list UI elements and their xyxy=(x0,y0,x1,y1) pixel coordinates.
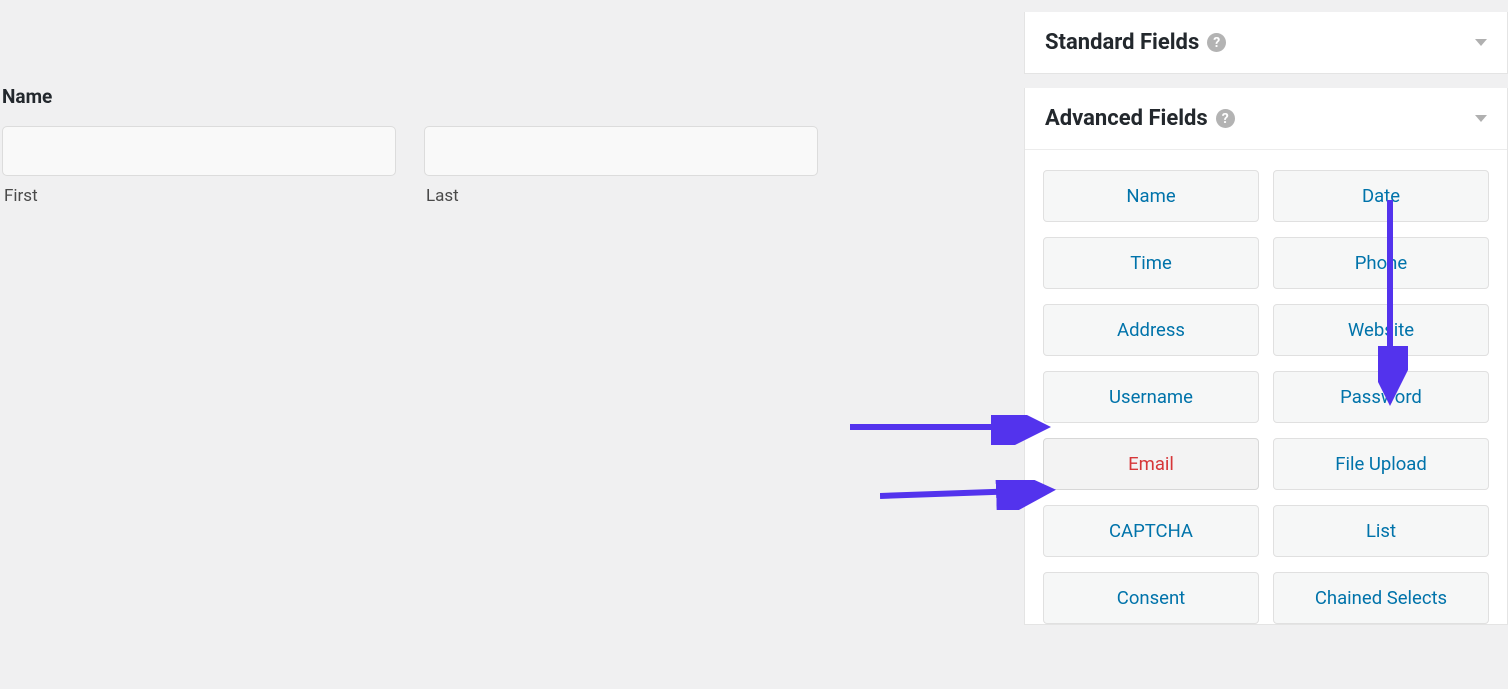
name-field-row: First Last xyxy=(2,126,1024,206)
name-field-label: Name xyxy=(2,85,1024,108)
field-button-captcha[interactable]: CAPTCHA xyxy=(1043,505,1259,557)
field-button-website[interactable]: Website xyxy=(1273,304,1489,356)
advanced-fields-title: Advanced Fields xyxy=(1045,106,1208,131)
chevron-down-icon xyxy=(1475,39,1487,46)
first-name-column: First xyxy=(2,126,396,206)
standard-fields-panel: Standard Fields ? xyxy=(1024,12,1508,74)
first-name-sublabel: First xyxy=(4,186,396,206)
chevron-down-icon xyxy=(1475,115,1487,122)
first-name-input[interactable] xyxy=(2,126,396,176)
field-button-password[interactable]: Password xyxy=(1273,371,1489,423)
fields-sidebar: Standard Fields ? Advanced Fields ? Name… xyxy=(1024,0,1508,689)
field-button-phone[interactable]: Phone xyxy=(1273,237,1489,289)
advanced-fields-panel: Advanced Fields ? Name Date Time Phone A… xyxy=(1024,88,1508,625)
field-button-time[interactable]: Time xyxy=(1043,237,1259,289)
field-button-list[interactable]: List xyxy=(1273,505,1489,557)
last-name-sublabel: Last xyxy=(426,186,818,206)
field-button-address[interactable]: Address xyxy=(1043,304,1259,356)
standard-fields-header[interactable]: Standard Fields ? xyxy=(1025,12,1507,73)
field-button-consent[interactable]: Consent xyxy=(1043,572,1259,624)
help-icon[interactable]: ? xyxy=(1216,109,1235,128)
standard-fields-title: Standard Fields xyxy=(1045,30,1199,55)
field-button-date[interactable]: Date xyxy=(1273,170,1489,222)
field-button-name[interactable]: Name xyxy=(1043,170,1259,222)
field-button-email[interactable]: Email xyxy=(1043,438,1259,490)
last-name-column: Last xyxy=(424,126,818,206)
last-name-input[interactable] xyxy=(424,126,818,176)
help-icon[interactable]: ? xyxy=(1207,33,1226,52)
advanced-fields-grid: Name Date Time Phone Address Website Use… xyxy=(1025,149,1507,624)
advanced-fields-header[interactable]: Advanced Fields ? xyxy=(1025,88,1507,149)
form-canvas: Name First Last xyxy=(0,0,1024,689)
field-button-username[interactable]: Username xyxy=(1043,371,1259,423)
field-button-chained-selects[interactable]: Chained Selects xyxy=(1273,572,1489,624)
field-button-file-upload[interactable]: File Upload xyxy=(1273,438,1489,490)
